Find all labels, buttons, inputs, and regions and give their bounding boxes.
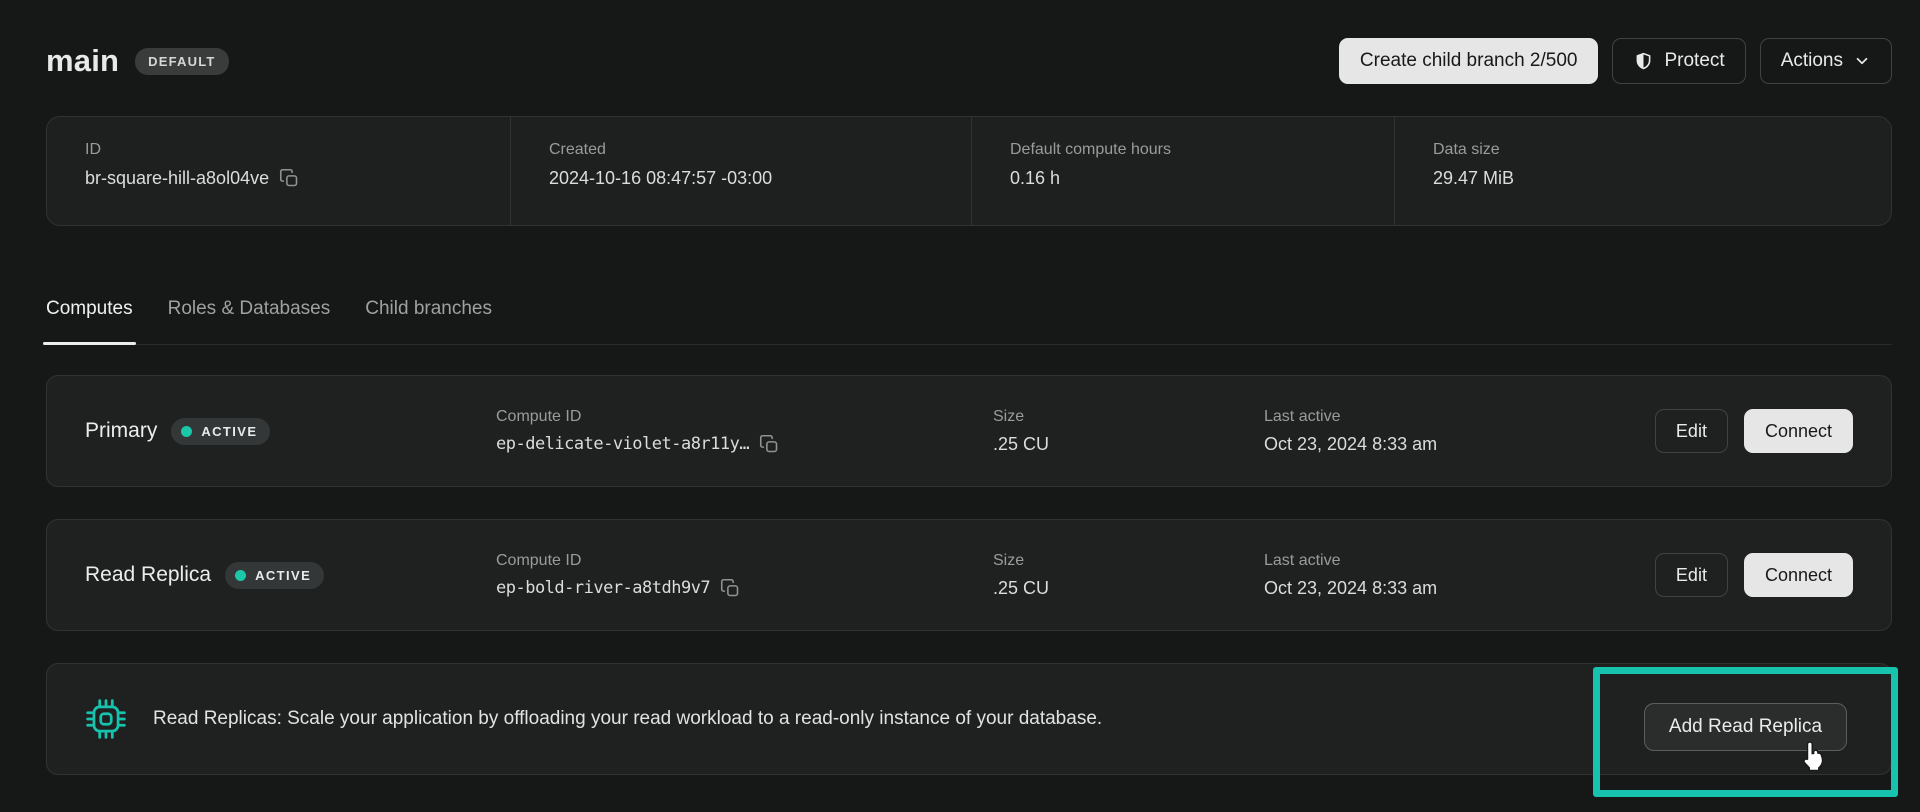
status-label: ACTIVE [255, 568, 311, 583]
branch-info-card: ID br-square-hill-a8ol04ve Created 2024-… [46, 116, 1892, 226]
active-dot-icon [181, 426, 192, 437]
column-label: Size [993, 552, 1264, 570]
edit-button[interactable]: Edit [1655, 409, 1728, 453]
shield-icon [1633, 51, 1654, 72]
read-replica-banner: Read Replicas: Scale your application by… [46, 663, 1892, 775]
copy-icon[interactable] [279, 168, 300, 189]
compute-id-column: Compute ID ep-delicate-violet-a8r11y… [496, 408, 993, 455]
info-value: 29.47 MiB [1433, 168, 1891, 189]
active-dot-icon [235, 570, 246, 581]
compute-id-column: Compute ID ep-bold-river-a8tdh9v7 [496, 552, 993, 599]
page-title: main [46, 43, 119, 79]
info-field-created: Created 2024-10-16 08:47:57 -03:00 [510, 117, 971, 225]
row-actions: Edit Connect [1655, 409, 1853, 453]
default-badge: DEFAULT [135, 48, 228, 75]
info-field-id: ID br-square-hill-a8ol04ve [47, 117, 510, 225]
page-header: main DEFAULT Create child branch 2/500 P… [46, 0, 1892, 84]
last-active-value: Oct 23, 2024 8:33 am [1264, 434, 1655, 455]
status-badge: ACTIVE [171, 418, 270, 445]
copy-icon[interactable] [720, 578, 741, 599]
branch-detail-page: main DEFAULT Create child branch 2/500 P… [0, 0, 1920, 812]
last-active-column: Last active Oct 23, 2024 8:33 am [1264, 552, 1655, 599]
column-label: Size [993, 408, 1264, 426]
row-actions: Edit Connect [1655, 553, 1853, 597]
create-child-branch-button[interactable]: Create child branch 2/500 [1339, 38, 1599, 84]
info-value: 0.16 h [1010, 168, 1394, 189]
tab-computes[interactable]: Computes [46, 298, 133, 344]
compute-name-group: Read Replica ACTIVE [85, 562, 496, 589]
compute-id-value: ep-bold-river-a8tdh9v7 [496, 578, 993, 599]
last-active-value: Oct 23, 2024 8:33 am [1264, 578, 1655, 599]
compute-name: Read Replica [85, 563, 211, 587]
chevron-down-icon [1853, 52, 1871, 70]
compute-row-read-replica: Read Replica ACTIVE Compute ID ep-bold-r… [46, 519, 1892, 631]
status-label: ACTIVE [201, 424, 257, 439]
tab-bar: Computes Roles & Databases Child branche… [46, 298, 1892, 345]
size-column: Size .25 CU [993, 552, 1264, 599]
protect-label: Protect [1664, 50, 1724, 72]
size-column: Size .25 CU [993, 408, 1264, 455]
info-value: 2024-10-16 08:47:57 -03:00 [549, 168, 971, 189]
cpu-chip-icon [85, 698, 127, 740]
read-replica-description: Read Replicas: Scale your application by… [153, 708, 1102, 730]
column-label: Last active [1264, 408, 1655, 426]
last-active-column: Last active Oct 23, 2024 8:33 am [1264, 408, 1655, 455]
column-label: Compute ID [496, 408, 993, 426]
info-label: ID [85, 141, 510, 159]
compute-row-primary: Primary ACTIVE Compute ID ep-delicate-vi… [46, 375, 1892, 487]
info-label: Data size [1433, 141, 1891, 159]
cursor-pointer-icon [1798, 740, 1828, 779]
actions-button[interactable]: Actions [1760, 38, 1892, 84]
compute-id-text: ep-delicate-violet-a8r11y… [496, 434, 749, 454]
info-label: Default compute hours [1010, 141, 1394, 159]
column-label: Last active [1264, 552, 1655, 570]
branch-id-value: br-square-hill-a8ol04ve [85, 168, 269, 189]
header-actions: Create child branch 2/500 Protect Action… [1339, 38, 1892, 84]
connect-button[interactable]: Connect [1744, 409, 1853, 453]
info-label: Created [549, 141, 971, 159]
column-label: Compute ID [496, 552, 993, 570]
compute-name: Primary [85, 419, 157, 443]
copy-icon[interactable] [759, 434, 780, 455]
size-value: .25 CU [993, 578, 1264, 599]
compute-name-group: Primary ACTIVE [85, 418, 496, 445]
info-field-compute-hours: Default compute hours 0.16 h [971, 117, 1394, 225]
compute-id-text: ep-bold-river-a8tdh9v7 [496, 578, 710, 598]
edit-button[interactable]: Edit [1655, 553, 1728, 597]
compute-id-value: ep-delicate-violet-a8r11y… [496, 434, 993, 455]
actions-label: Actions [1781, 50, 1843, 72]
branch-title-group: main DEFAULT [46, 43, 229, 79]
tab-roles-databases[interactable]: Roles & Databases [168, 298, 331, 344]
protect-button[interactable]: Protect [1612, 38, 1745, 84]
status-badge: ACTIVE [225, 562, 324, 589]
tab-child-branches[interactable]: Child branches [365, 298, 492, 344]
connect-button[interactable]: Connect [1744, 553, 1853, 597]
info-value: br-square-hill-a8ol04ve [85, 168, 510, 189]
size-value: .25 CU [993, 434, 1264, 455]
info-field-data-size: Data size 29.47 MiB [1394, 117, 1891, 225]
